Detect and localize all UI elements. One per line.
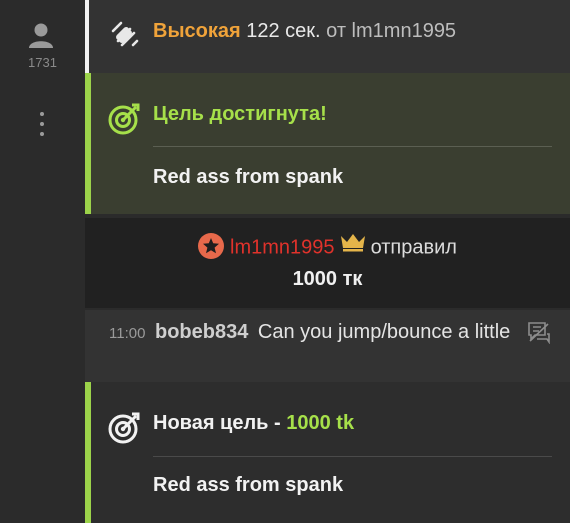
tip-verb: отправил xyxy=(370,236,457,259)
goal-divider xyxy=(153,146,552,147)
new-goal-amount: 1000 tk xyxy=(286,412,355,434)
new-goal-label: Новая цель - xyxy=(153,412,287,434)
target-icon xyxy=(107,102,141,141)
new-goal-accent-bar xyxy=(85,382,91,523)
message-time: 11:00 xyxy=(109,325,146,342)
vibration-icon xyxy=(109,18,141,55)
goal-reached-notice: Цель достигнута! Red ass from spank xyxy=(85,73,570,214)
goal-accent-bar xyxy=(85,73,91,214)
new-goal-notice: Новая цель - 1000 tk Red ass from spank xyxy=(85,382,570,523)
tip-amount: 1000 тк xyxy=(292,268,363,290)
row-accent-bar xyxy=(85,0,89,73)
target-icon xyxy=(107,411,141,450)
new-goal-text: Red ass from spank xyxy=(153,474,344,496)
tip-user[interactable]: lm1mn1995 xyxy=(230,236,335,258)
user-icon[interactable] xyxy=(23,22,59,55)
star-badge-icon xyxy=(198,233,225,259)
chat-message-body: 11:00 bobeb834 Can you jump/bounce a lit… xyxy=(109,317,519,349)
translate-flag-icon[interactable] xyxy=(526,320,552,349)
tip-notice: lm1mn1995 отправил 1000 тк xyxy=(85,218,570,308)
vibe-text: Высокая 122 сек. от lm1mn1995 xyxy=(153,20,456,43)
viewer-count: 1731 xyxy=(28,55,57,70)
goal-reached-text: Red ass from spank xyxy=(153,166,344,188)
chat-message: 11:00 bobeb834 Can you jump/bounce a lit… xyxy=(85,310,570,382)
crown-icon xyxy=(339,232,367,258)
new-goal-divider xyxy=(153,456,552,457)
vibe-notice: Высокая 122 сек. от lm1mn1995 xyxy=(85,0,570,73)
left-rail: 1731 xyxy=(0,0,85,523)
new-goal-title: Новая цель - 1000 tk xyxy=(153,412,354,435)
tip-line: lm1mn1995 отправил xyxy=(85,232,570,261)
vibe-duration: 122 сек. xyxy=(246,20,321,42)
vibe-level: Высокая xyxy=(153,20,241,42)
message-nick[interactable]: bobeb834 xyxy=(155,321,248,343)
message-text: Can you jump/bounce a little xyxy=(257,321,511,343)
goal-reached-title: Цель достигнута! xyxy=(153,103,327,125)
vibe-from: от lm1mn1995 xyxy=(326,20,457,42)
vertical-dots-icon[interactable] xyxy=(32,112,52,146)
chat-feed: Высокая 122 сек. от lm1mn1995 Цель дости… xyxy=(85,0,570,523)
